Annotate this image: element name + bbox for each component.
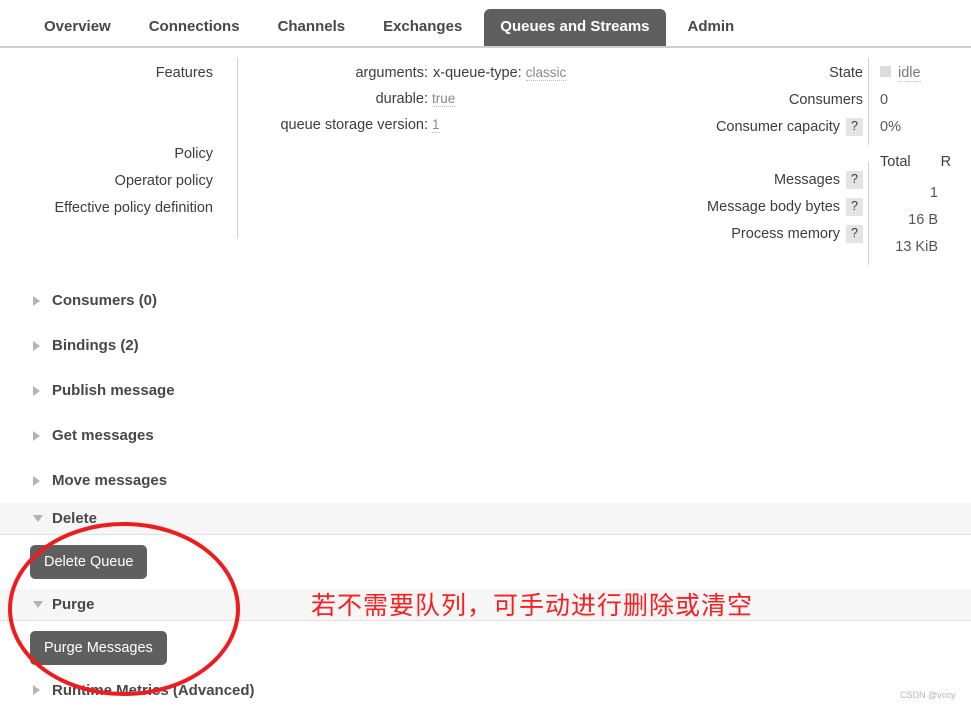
annotation-text: 若不需要队列，可手动进行删除或清空: [311, 592, 754, 620]
stat-value-consumers: 0: [880, 92, 889, 108]
section-header-move-messages[interactable]: Move messages: [0, 458, 971, 503]
state-swatch-icon: [880, 66, 891, 77]
divider-stats-top: [868, 58, 869, 145]
feature-value-queue-storage-version: 1: [432, 117, 440, 133]
details-stat-values-bottom: 1 16 B 13 KiB: [880, 182, 938, 263]
tab-overview[interactable]: Overview: [28, 9, 127, 46]
chevron-down-icon: [33, 601, 43, 608]
stat-value-messages: 1: [929, 185, 938, 201]
stat-value-state-text: idle: [898, 65, 921, 82]
section-header-get-messages[interactable]: Get messages: [0, 413, 971, 458]
page-root: Overview Connections Channels Exchanges …: [0, 0, 971, 710]
label-spacer-2: [0, 116, 225, 143]
label-spacer-1: [0, 89, 225, 116]
feature-row-arguments: arguments: x-queue-type: classic: [248, 62, 648, 88]
tab-admin[interactable]: Admin: [672, 9, 751, 46]
chevron-right-icon: [33, 295, 40, 306]
section-header-consumers[interactable]: Consumers (0): [0, 278, 971, 323]
feature-value-x-queue-type: classic: [525, 65, 567, 81]
section-title-consumers: Consumers (0): [52, 292, 158, 309]
stat-value-state: idle: [880, 62, 921, 89]
feature-value-durable: true: [432, 91, 456, 107]
section-header-delete[interactable]: Delete: [0, 503, 971, 535]
stats-column-header-total: Total: [880, 154, 911, 170]
tab-connections[interactable]: Connections: [133, 9, 256, 46]
chevron-right-icon: [33, 340, 40, 351]
stats-column-header-ready: R: [940, 154, 952, 170]
feature-row-queue-storage-version: queue storage version: 1: [248, 114, 648, 140]
section-title-purge: Purge: [52, 596, 95, 613]
label-features: Features: [155, 65, 213, 81]
chevron-right-icon: [33, 385, 40, 396]
stat-label-message-body-bytes: Message body bytes?: [707, 196, 863, 223]
chevron-down-icon: [33, 515, 43, 522]
chevron-right-icon: [33, 685, 40, 695]
stat-label-messages: Messages?: [707, 169, 863, 196]
stat-label-spacer: [707, 143, 863, 169]
help-icon-message-body-bytes[interactable]: ?: [846, 198, 863, 216]
purge-section-body: Purge Messages: [0, 621, 971, 675]
section-header-runtime-metrics[interactable]: Runtime Metrics (Advanced): [0, 675, 971, 705]
watermark: CSDN @vcoy: [900, 690, 956, 700]
stat-label-message-body-bytes-text: Message body bytes: [707, 199, 841, 215]
delete-queue-button[interactable]: Delete Queue: [30, 545, 148, 579]
section-title-runtime-metrics: Runtime Metrics (Advanced): [52, 681, 255, 699]
chevron-right-icon: [33, 430, 40, 441]
tab-queues-and-streams[interactable]: Queues and Streams: [484, 9, 666, 46]
stat-label-state: State: [707, 62, 863, 89]
help-icon-messages[interactable]: ?: [846, 171, 863, 189]
queue-details-panel: Features Policy Operator policy Effectiv…: [0, 50, 971, 265]
stats-table-headers: Total R: [880, 154, 951, 170]
label-effective-policy-definition: Effective policy definition: [54, 200, 213, 216]
help-icon-consumer-capacity[interactable]: ?: [846, 118, 863, 136]
stat-value-message-body-bytes: 16 B: [908, 212, 938, 228]
delete-section-body: Delete Queue: [0, 535, 971, 589]
purge-messages-button[interactable]: Purge Messages: [30, 631, 167, 665]
details-features-values: arguments: x-queue-type: classic durable:…: [248, 62, 648, 140]
section-title-delete: Delete: [52, 510, 98, 527]
section-header-bindings[interactable]: Bindings (2): [0, 323, 971, 368]
section-title-publish-message: Publish message: [52, 382, 175, 399]
divider-stats-bottom: [868, 162, 869, 265]
feature-label-durable: durable:: [375, 91, 428, 107]
stat-label-consumers-text: Consumers: [788, 92, 863, 108]
stat-value-consumer-capacity: 0%: [880, 119, 901, 135]
tab-channels[interactable]: Channels: [262, 9, 362, 46]
label-policy: Policy: [174, 146, 213, 162]
section-title-get-messages: Get messages: [52, 427, 154, 444]
main-tab-bar: Overview Connections Channels Exchanges …: [0, 0, 971, 48]
section-header-publish-message[interactable]: Publish message: [0, 368, 971, 413]
details-stat-values: idle 0 0%: [880, 62, 921, 143]
feature-label-queue-storage-version: queue storage version:: [280, 117, 428, 133]
stat-label-consumers: Consumers: [707, 89, 863, 116]
tab-exchanges[interactable]: Exchanges: [367, 9, 478, 46]
label-operator-policy: Operator policy: [114, 173, 213, 189]
stat-label-process-memory-text: Process memory: [731, 226, 841, 242]
chevron-right-icon: [33, 475, 40, 486]
feature-row-durable: durable: true: [248, 88, 648, 114]
stat-label-process-memory: Process memory?: [707, 223, 863, 250]
stat-label-state-text: State: [829, 65, 863, 81]
feature-label-arguments: arguments:: [355, 65, 428, 81]
section-title-move-messages: Move messages: [52, 472, 168, 489]
stat-label-consumer-capacity-text: Consumer capacity: [715, 119, 841, 135]
feature-key-x-queue-type: x-queue-type:: [433, 65, 522, 81]
help-icon-process-memory[interactable]: ?: [846, 225, 863, 243]
collapsible-sections: Consumers (0) Bindings (2) Publish messa…: [0, 278, 971, 705]
section-title-bindings: Bindings (2): [52, 337, 139, 354]
stat-label-messages-text: Messages: [773, 172, 841, 188]
divider-features: [237, 58, 238, 238]
stat-value-process-memory: 13 KiB: [895, 239, 938, 255]
details-stat-labels: State Consumers Consumer capacity? Messa…: [707, 62, 863, 250]
details-left-labels: Features Policy Operator policy Effectiv…: [0, 62, 225, 224]
stat-label-consumer-capacity: Consumer capacity?: [707, 116, 863, 143]
